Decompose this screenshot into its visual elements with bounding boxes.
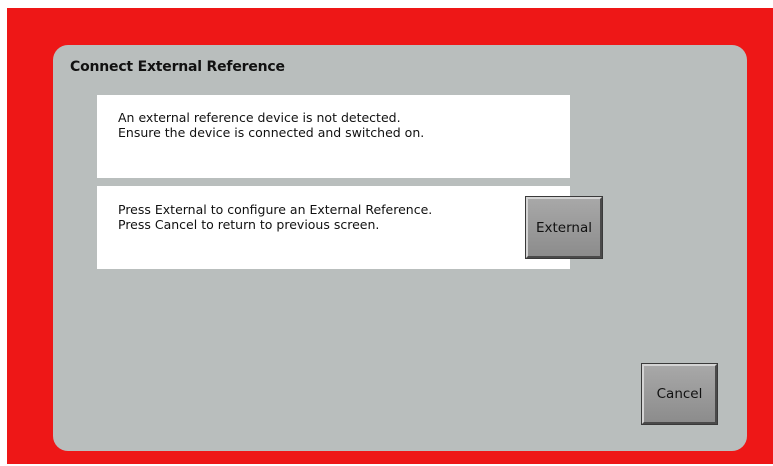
cancel-button[interactable]: Cancel [641,363,718,425]
dialog-title: Connect External Reference [70,59,285,75]
instruction-message-line-1: Press External to configure an External … [118,202,433,217]
status-message-text: An external reference device is not dete… [118,110,424,140]
external-button[interactable]: External [525,196,603,259]
status-message-line-1: An external reference device is not dete… [118,110,401,125]
dialog-panel: Connect External Reference An external r… [53,45,747,451]
status-message-box: An external reference device is not dete… [97,95,570,178]
status-message-line-2: Ensure the device is connected and switc… [118,125,425,140]
instruction-message-line-2: Press Cancel to return to previous scree… [118,217,380,232]
alert-frame: Connect External Reference An external r… [7,8,773,464]
instruction-message-box: Press External to configure an External … [97,186,603,269]
instruction-message-text: Press External to configure an External … [118,202,432,232]
